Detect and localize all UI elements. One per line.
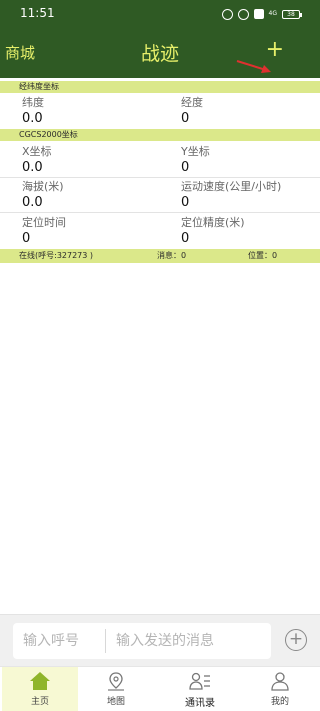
speed-cell: 运动速度(公里/小时) 0 [181, 180, 320, 210]
tab-contacts-label: 通讯录 [185, 698, 215, 709]
online-status-bar: 在线(呼号:327273 ) 消息：0 位置：0 [0, 249, 320, 263]
x-coordinate-label: X坐标 [22, 145, 52, 158]
person-icon [271, 672, 289, 691]
battery-level: 38 [287, 10, 295, 18]
tab-profile[interactable]: 我的 [242, 667, 318, 711]
longitude-cell: 经度 0 [181, 96, 320, 126]
latitude-label: 纬度 [22, 96, 44, 109]
compose-bar: 输入呼号 输入发送的消息 + [0, 614, 320, 666]
fix-time-value: 0 [22, 231, 31, 246]
message-input[interactable]: 输入发送的消息 [104, 623, 264, 659]
y-coordinate-value: 0 [181, 160, 190, 175]
longitude-value: 0 [181, 111, 190, 126]
accuracy-value: 0 [181, 231, 190, 246]
fix-time-cell: 定位时间 0 [22, 216, 162, 246]
x-coordinate-cell: X坐标 0.0 [22, 145, 162, 175]
position-count: 位置：0 [248, 251, 278, 260]
network-indicator: 4G [268, 10, 277, 17]
accuracy-cell: 定位精度(米) 0 [181, 216, 320, 246]
accuracy-label: 定位精度(米) [181, 216, 245, 229]
tab-home[interactable]: 主页 [2, 667, 78, 711]
latitude-value: 0.0 [22, 111, 43, 126]
callsign-input[interactable]: 输入呼号 [23, 623, 95, 659]
status-icons: 4G 38 [221, 7, 302, 21]
altitude-value: 0.0 [22, 195, 43, 210]
contacts-icon [189, 672, 210, 690]
status-time: 11:51 [20, 6, 55, 20]
tab-contacts[interactable]: 通讯录 [162, 667, 238, 711]
tab-home-label: 主页 [30, 697, 49, 707]
tab-map[interactable]: 地图 [78, 667, 154, 711]
hd-icon [253, 9, 264, 19]
alarm-icon [221, 8, 233, 20]
x-coordinate-value: 0.0 [22, 160, 43, 175]
tab-profile-label: 我的 [270, 697, 289, 707]
row-divider [0, 212, 320, 213]
section-latlon-header: 经纬度坐标 [0, 81, 320, 93]
y-coordinate-cell: Y坐标 0 [181, 145, 320, 175]
compose-input-box: 输入呼号 输入发送的消息 [13, 623, 271, 659]
online-callsign: 在线(呼号:327273 ) [19, 251, 94, 260]
annotation-arrow-icon [236, 60, 271, 73]
altitude-label: 海拔(米) [22, 180, 64, 193]
send-add-button[interactable]: + [285, 629, 307, 651]
app-header: 商城 战迹 + [0, 28, 320, 78]
y-coordinate-label: Y坐标 [181, 145, 210, 158]
altitude-cell: 海拔(米) 0.0 [22, 180, 162, 210]
latitude-cell: 纬度 0.0 [22, 96, 162, 126]
speed-label: 运动速度(公里/小时) [181, 180, 282, 193]
section-cgcs-header: CGCS2000坐标 [0, 129, 320, 141]
map-pin-icon [108, 672, 124, 691]
message-count: 消息：0 [157, 251, 187, 260]
tab-map-label: 地图 [106, 697, 125, 707]
do-not-disturb-icon [237, 8, 249, 20]
longitude-label: 经度 [181, 96, 203, 109]
home-icon [30, 672, 50, 690]
fix-time-label: 定位时间 [22, 216, 66, 229]
bottom-tab-bar: 主页 地图 通讯录 我的 [0, 666, 320, 711]
battery-icon: 38 [282, 9, 302, 19]
row-divider [0, 177, 320, 178]
speed-value: 0 [181, 195, 190, 210]
status-bar: 11:51 4G 38 [0, 0, 320, 28]
